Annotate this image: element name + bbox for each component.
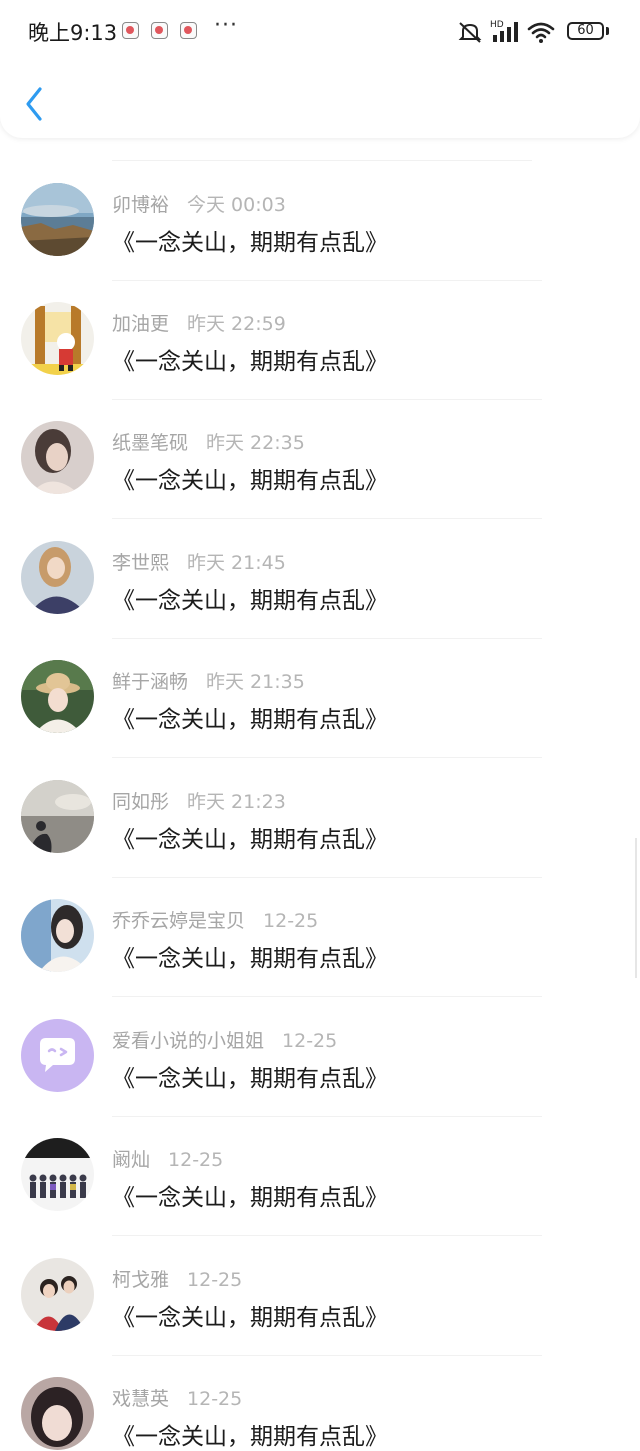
comment-time: 12-25 [187,1388,243,1410]
avatar[interactable] [21,1019,94,1092]
avatar[interactable] [21,1377,94,1450]
avatar[interactable] [21,541,94,614]
username[interactable]: 同如彤 [112,791,169,813]
comment-text: 《一念关山，期期有点乱》 [112,1305,388,1331]
comment-text: 《一念关山，期期有点乱》 [112,946,388,972]
username[interactable]: 戏慧英 [112,1388,169,1410]
username[interactable]: 李世熙 [112,552,169,574]
sea-silhouette-avatar-image [21,780,94,853]
comment-item[interactable]: 阚灿 12-25 《一念关山，期期有点乱》 [0,1093,640,1236]
girl-portrait-avatar-image [21,541,94,614]
avatar[interactable] [21,183,94,256]
avatar[interactable] [21,302,94,375]
comment-text: 《一念关山，期期有点乱》 [112,707,388,733]
svg-text:HD: HD [490,20,504,30]
more-notifications-icon: ··· [214,13,238,38]
comment-item[interactable]: 爱看小说的小姐姐 12-25 《一念关山，期期有点乱》 [0,974,640,1117]
username[interactable]: 爱看小说的小姐姐 [112,1030,264,1052]
comment-meta: 阚灿 12-25 [112,1145,223,1172]
scrollbar[interactable] [635,838,637,978]
comment-item[interactable]: 李世熙 昨天 21:45 《一念关山，期期有点乱》 [0,496,640,639]
avatar[interactable] [21,899,94,972]
battery-indicator: 60 [567,22,604,40]
comment-meta: 鲜于涵畅 昨天 21:35 [112,667,305,694]
username[interactable]: 加油更 [112,313,169,335]
comment-item[interactable]: 加油更 昨天 22:59 《一念关山，期期有点乱》 [0,257,640,400]
username[interactable]: 阚灿 [112,1149,150,1171]
comment-text: 《一念关山，期期有点乱》 [112,468,388,494]
comment-time: 12-25 [263,910,319,932]
comment-meta: 李世熙 昨天 21:45 [112,548,286,575]
mute-icon [458,22,482,43]
comment-meta: 爱看小说的小姐姐 12-25 [112,1026,337,1053]
app-notification-icon [180,22,197,39]
comment-meta: 卯博裕 今天 00:03 [112,190,286,217]
comment-item[interactable]: 柯戈雅 12-25 《一念关山，期期有点乱》 [0,1213,640,1356]
comment-time: 今天 00:03 [187,194,286,216]
couple-photo-avatar-image [21,1258,94,1331]
comment-meta: 同如彤 昨天 21:23 [112,787,286,814]
status-bar: 晚上9:13 ··· HD 60 [0,0,640,64]
girl-portrait-avatar-image [21,899,94,972]
comment-meta: 戏慧英 12-25 [112,1384,242,1411]
username[interactable]: 纸墨笔砚 [112,432,188,454]
avatar[interactable] [21,421,94,494]
girl-with-hat-avatar-image [21,660,94,733]
comment-time: 12-25 [187,1269,243,1291]
comment-item[interactable]: 鲜于涵畅 昨天 21:35 《一念关山，期期有点乱》 [0,615,640,758]
girl-portrait-avatar-image [21,421,94,494]
comment-text: 《一念关山，期期有点乱》 [112,349,388,375]
comment-text: 《一念关山，期期有点乱》 [112,588,388,614]
comment-time: 昨天 21:35 [206,671,305,693]
username[interactable]: 柯戈雅 [112,1269,169,1291]
wifi-icon [527,22,555,43]
back-button[interactable] [18,84,52,124]
avatar[interactable] [21,780,94,853]
username[interactable]: 鲜于涵畅 [112,671,188,693]
comment-item[interactable]: 同如彤 昨天 21:23 《一念关山，期期有点乱》 [0,735,640,878]
girl-portrait-avatar-image [21,1377,94,1450]
chevron-left-icon [26,87,42,121]
username[interactable]: 乔乔云婷是宝贝 [112,910,245,932]
comment-time: 昨天 22:59 [187,313,286,335]
avatar[interactable] [21,1138,94,1211]
comment-meta: 纸墨笔砚 昨天 22:35 [112,428,305,455]
comment-text: 《一念关山，期期有点乱》 [112,1424,388,1450]
comment-meta: 乔乔云婷是宝贝 12-25 [112,906,318,933]
comment-meta: 加油更 昨天 22:59 [112,309,286,336]
avatar[interactable] [21,1258,94,1331]
comment-text: 《一念关山，期期有点乱》 [112,1185,388,1211]
comment-text: 《一念关山，期期有点乱》 [112,1066,388,1092]
comment-time: 昨天 22:35 [206,432,305,454]
signal-icon: HD [490,20,518,42]
comment-time: 12-25 [168,1149,224,1171]
group-figures-avatar-image [21,1138,94,1211]
comment-text: 《一念关山，期期有点乱》 [112,827,388,853]
comment-meta: 柯戈雅 12-25 [112,1265,242,1292]
comment-item[interactable]: 戏慧英 12-25 《一念关山，期期有点乱》 [0,1332,640,1451]
username[interactable]: 卯博裕 [112,194,169,216]
status-time: 晚上9:13 [28,21,118,45]
battery-tip [606,27,609,35]
default-chat-avatar-icon [21,1019,94,1092]
avatar[interactable] [21,660,94,733]
app-notification-icon [122,22,139,39]
bear-toy-avatar-image [21,302,94,375]
landscape-avatar-image [21,183,94,256]
app-notification-icon [151,22,168,39]
comment-time: 昨天 21:23 [187,791,286,813]
comment-item[interactable]: 乔乔云婷是宝贝 12-25 《一念关山，期期有点乱》 [0,854,640,997]
comment-item[interactable]: 卯博裕 今天 00:03 《一念关山，期期有点乱》 [0,138,640,281]
comment-time: 昨天 21:45 [187,552,286,574]
comment-time: 12-25 [282,1030,338,1052]
comment-text: 《一念关山，期期有点乱》 [112,230,388,256]
comment-item[interactable]: 纸墨笔砚 昨天 22:35 《一念关山，期期有点乱》 [0,376,640,519]
